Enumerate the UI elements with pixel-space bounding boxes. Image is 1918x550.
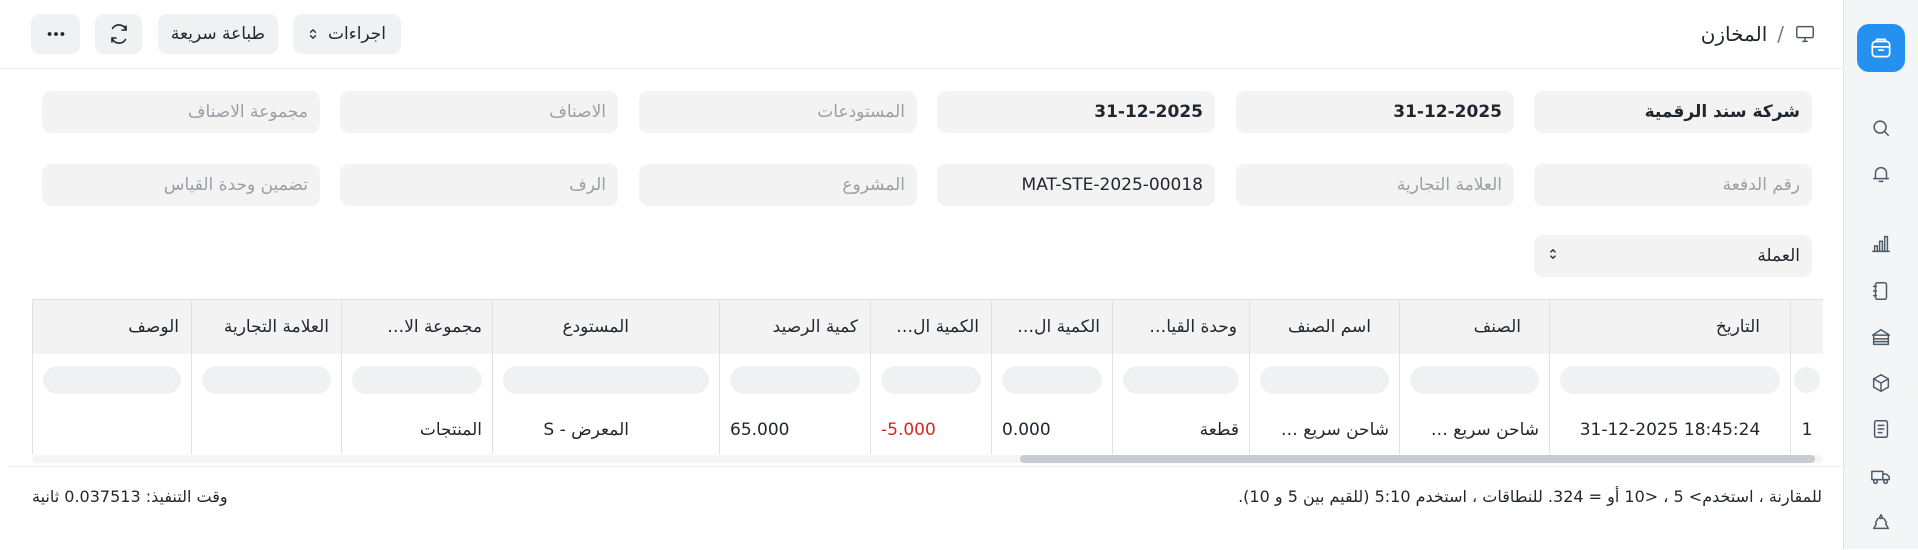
building-icon[interactable] bbox=[1870, 326, 1892, 348]
item-group-field[interactable]: مجموعة الاصناف bbox=[42, 91, 320, 133]
col-description[interactable]: الوصف bbox=[32, 300, 191, 354]
cell-brand[interactable] bbox=[191, 406, 341, 454]
more-icon bbox=[47, 32, 64, 36]
brand-field[interactable]: العلامة التجارية bbox=[1236, 164, 1514, 206]
company-field[interactable]: شركة سند الرقمية bbox=[1534, 91, 1812, 133]
filter-cell-uom[interactable] bbox=[1112, 354, 1249, 406]
currency-label: العملة bbox=[1757, 246, 1800, 266]
include-uom-field[interactable]: تضمين وحدة القياس bbox=[42, 164, 320, 206]
col-balance-qty[interactable]: كمية الرصيد bbox=[719, 300, 870, 354]
cell-balance-qty[interactable]: 65.000 bbox=[719, 406, 870, 454]
cell-warehouse[interactable]: المعرض - S bbox=[492, 406, 719, 454]
from-date-field[interactable]: 31-12-2025 bbox=[937, 91, 1215, 133]
chart-icon[interactable] bbox=[1870, 233, 1892, 255]
filter-cell-in-qty[interactable] bbox=[991, 354, 1112, 406]
truck-icon[interactable] bbox=[1870, 465, 1892, 487]
filter-hint: للمقارنة ، استخدم> 5 ، <10 أو = 324. للن… bbox=[1238, 487, 1822, 506]
cell-description[interactable] bbox=[32, 406, 191, 454]
more-button[interactable] bbox=[31, 14, 80, 54]
col-date[interactable]: التاريخ bbox=[1549, 300, 1790, 354]
project-field[interactable]: المشروع bbox=[639, 164, 917, 206]
filter-cell-item-group[interactable] bbox=[341, 354, 492, 406]
sort-arrows-icon bbox=[1550, 248, 1556, 260]
refresh-icon bbox=[110, 24, 127, 44]
filter-cell-warehouse[interactable] bbox=[492, 354, 719, 406]
search-icon[interactable] bbox=[1870, 117, 1892, 139]
cell-date[interactable]: 31-12-2025 18:45:24 bbox=[1549, 406, 1790, 454]
cell-uom[interactable]: قطعة bbox=[1112, 406, 1249, 454]
actions-label: اجراءات bbox=[327, 24, 387, 44]
cell-item[interactable]: شاحن سريع … bbox=[1399, 406, 1549, 454]
col-item-name[interactable]: اسم الصنف bbox=[1249, 300, 1399, 354]
voucher-no-field[interactable]: MAT-STE-2025-00018 bbox=[937, 164, 1215, 206]
quick-print-button[interactable]: طباعة سريعة bbox=[158, 14, 278, 54]
cell-in-qty[interactable]: 0.000 bbox=[991, 406, 1112, 454]
row-index-header bbox=[1790, 300, 1823, 354]
filter-cell-out-qty[interactable] bbox=[870, 354, 991, 406]
document-icon[interactable] bbox=[1870, 418, 1892, 440]
table-header: التاريخ الصنف اسم الصنف وحدة القيا… الكم… bbox=[32, 300, 1823, 354]
refresh-button[interactable] bbox=[95, 14, 142, 54]
breadcrumb: / المخازن bbox=[1701, 20, 1816, 48]
notebook-icon[interactable] bbox=[1870, 280, 1892, 302]
horizontal-scrollbar[interactable] bbox=[32, 455, 1823, 463]
cell-out-qty[interactable]: -5.000 bbox=[870, 406, 991, 454]
col-in-qty[interactable]: الكمية ال… bbox=[991, 300, 1112, 354]
breadcrumb-separator: / bbox=[1777, 22, 1784, 46]
monitor-icon[interactable] bbox=[1794, 23, 1816, 45]
filter-cell-date[interactable] bbox=[1549, 354, 1790, 406]
execution-time: وقت التنفيذ: 0.037513 ثانية bbox=[32, 487, 228, 506]
scrollbar-thumb[interactable] bbox=[1020, 455, 1815, 463]
to-date-field[interactable]: 31-12-2025 bbox=[1236, 91, 1514, 133]
recycle-icon[interactable] bbox=[1870, 511, 1892, 533]
cell-item-group[interactable]: المنتجات bbox=[341, 406, 492, 454]
sidebar-rail bbox=[1843, 0, 1918, 549]
app-logo-icon[interactable] bbox=[1857, 24, 1905, 72]
bell-icon[interactable] bbox=[1870, 163, 1892, 185]
table-filter-row bbox=[32, 354, 1823, 407]
table-row[interactable]: 1 31-12-2025 18:45:24 شاحن سريع … شاحن س… bbox=[32, 406, 1823, 454]
actions-button[interactable]: اجراءات bbox=[293, 14, 401, 54]
row-index: 1 bbox=[1790, 406, 1823, 454]
col-item[interactable]: الصنف bbox=[1399, 300, 1549, 354]
report-table: التاريخ الصنف اسم الصنف وحدة القيا… الكم… bbox=[32, 299, 1823, 460]
cell-item-name[interactable]: شاحن سريع … bbox=[1249, 406, 1399, 454]
filter-cell-balance-qty[interactable] bbox=[719, 354, 870, 406]
batch-no-field[interactable]: رقم الدفعة bbox=[1534, 164, 1812, 206]
filter-cell-index[interactable] bbox=[1790, 354, 1823, 406]
col-item-group[interactable]: مجموعة الا… bbox=[341, 300, 492, 354]
filter-cell-item[interactable] bbox=[1399, 354, 1549, 406]
warehouses-field[interactable]: المستودعات bbox=[639, 91, 917, 133]
filter-cell-item-name[interactable] bbox=[1249, 354, 1399, 406]
col-uom[interactable]: وحدة القيا… bbox=[1112, 300, 1249, 354]
sort-arrows-icon bbox=[309, 29, 317, 39]
package-icon[interactable] bbox=[1870, 372, 1892, 394]
items-field[interactable]: الاصناف bbox=[340, 91, 618, 133]
col-out-qty[interactable]: الكمية ال… bbox=[870, 300, 991, 354]
report-footer: للمقارنة ، استخدم> 5 ، <10 أو = 324. للن… bbox=[10, 466, 1844, 550]
col-brand[interactable]: العلامة التجارية bbox=[191, 300, 341, 354]
filter-cell-description[interactable] bbox=[32, 354, 191, 406]
col-warehouse[interactable]: المستودع bbox=[492, 300, 719, 354]
page-title[interactable]: المخازن bbox=[1701, 22, 1768, 46]
currency-select[interactable]: العملة bbox=[1534, 235, 1812, 277]
filter-cell-brand[interactable] bbox=[191, 354, 341, 406]
shelf-field[interactable]: الرف bbox=[340, 164, 618, 206]
page-header: / المخازن طباعة سريعة اجراءات bbox=[0, 0, 1844, 69]
